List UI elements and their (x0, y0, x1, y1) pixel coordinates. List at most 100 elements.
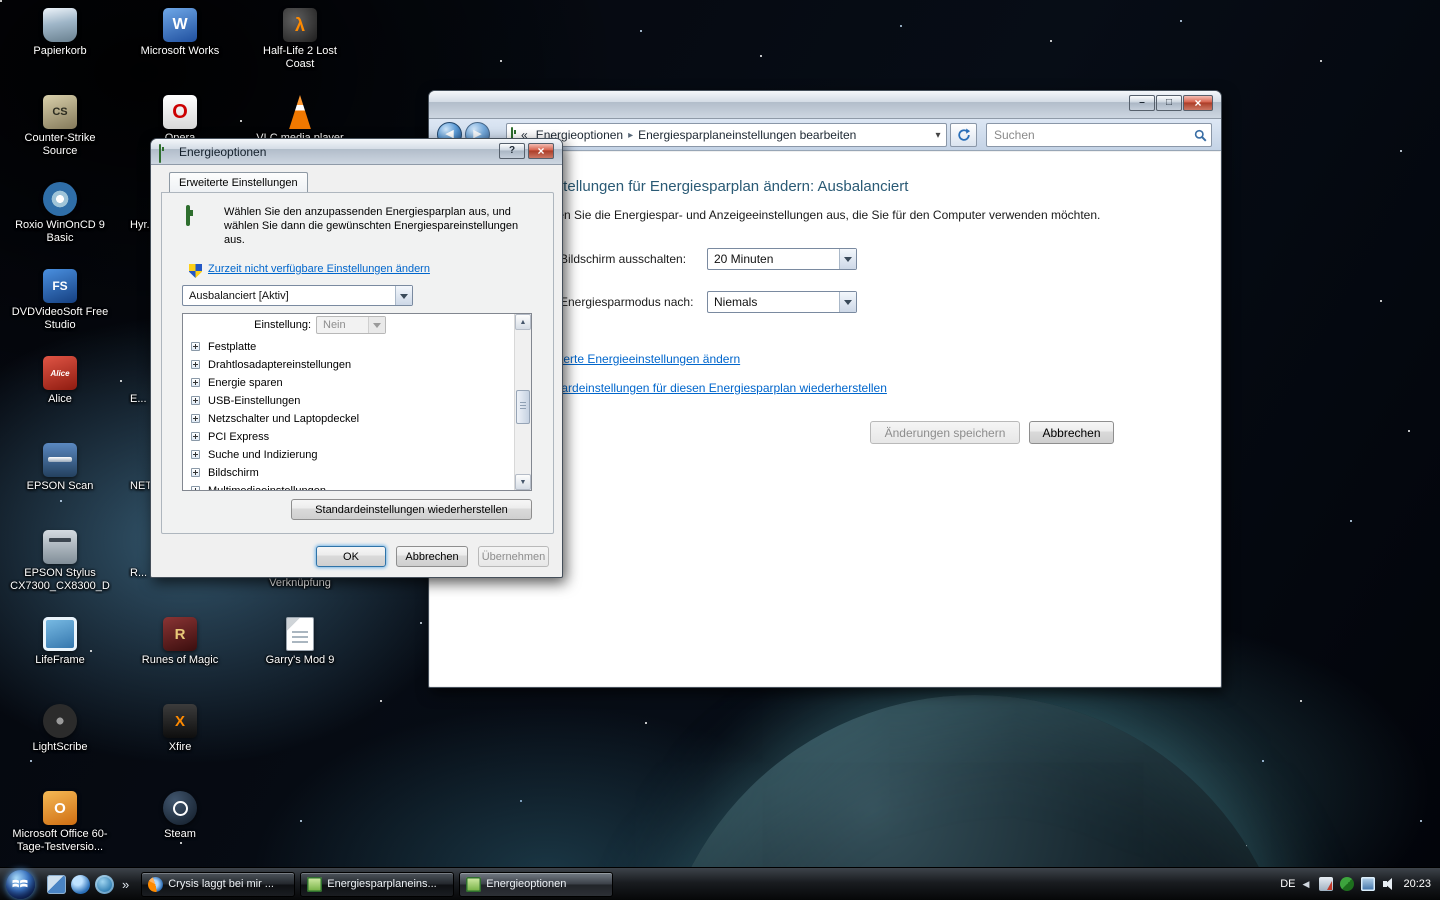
expand-icon[interactable] (191, 450, 200, 459)
desktop-icon-lifeframe[interactable]: LifeFrame (8, 617, 112, 667)
setting-label: Einstellung: (254, 319, 311, 331)
desktop-icon-half-life-2[interactable]: Half-Life 2 Lost Coast (248, 8, 352, 71)
task-button-energieoptionen[interactable]: Energieoptionen (459, 871, 614, 897)
chevron-down-icon[interactable] (839, 249, 856, 269)
start-button[interactable] (6, 869, 35, 899)
tree-item-label: Energie sparen (208, 377, 283, 389)
desktop-icon-alice[interactable]: Alice (8, 356, 112, 406)
scrollbar-thumb[interactable] (516, 390, 530, 424)
power-options-dialog: Energieoptionen Erweiterte Einstellungen… (150, 138, 563, 578)
tab-erweiterte-einstellungen[interactable]: Erweiterte Einstellungen (169, 172, 308, 192)
dialog-titlebar[interactable]: Energieoptionen (151, 139, 562, 165)
breadcrumb-dropdown-icon[interactable]: ▾ (930, 130, 946, 141)
breadcrumb-item-current[interactable]: Energiesparplaneinstellungen bearbeiten (634, 128, 860, 142)
cancel-button[interactable]: Abbrechen (1029, 421, 1114, 444)
runes-of-magic-icon (163, 617, 197, 651)
search-icon[interactable] (1189, 129, 1211, 142)
power-options-icon (466, 876, 482, 892)
scroll-up-icon[interactable] (515, 314, 531, 330)
expand-icon[interactable] (191, 432, 200, 441)
expand-icon[interactable] (191, 378, 200, 387)
sleep-after-select[interactable]: Niemals (707, 291, 857, 313)
tree-item-festplatte[interactable]: Festplatte (183, 338, 514, 356)
help-button[interactable] (499, 143, 525, 159)
restore-defaults-button[interactable]: Standardeinstellungen wiederherstellen (291, 499, 532, 520)
apply-button[interactable]: Übernehmen (478, 546, 549, 567)
display-off-select[interactable]: 20 Minuten (707, 248, 857, 270)
dvdvideosoft-icon (43, 269, 77, 303)
page-title: Einstellungen für Energiesparplan ändern… (534, 178, 909, 195)
media-player-icon[interactable] (71, 874, 90, 894)
tree-item-bildschirm[interactable]: Bildschirm (183, 464, 514, 482)
browser-icon[interactable] (95, 874, 114, 894)
task-button-crysis[interactable]: Crysis laggt bei mir ... (141, 871, 296, 897)
firefox-icon (148, 876, 164, 892)
opera-icon (163, 95, 197, 129)
close-button[interactable] (1183, 95, 1213, 111)
breadcrumb-separator-icon: ▸ (628, 129, 634, 141)
power-plan-select[interactable]: Ausbalanciert [Aktiv] (182, 285, 413, 306)
expand-icon[interactable] (191, 486, 200, 490)
tree-item-drahtlos[interactable]: Drahtlosadaptereinstellungen (183, 356, 514, 374)
desktop-icon-counter-strike[interactable]: Counter-Strike Source (8, 95, 112, 158)
tray-antivirus-icon[interactable] (1340, 877, 1355, 891)
tray-display-icon[interactable] (1361, 877, 1376, 891)
ok-button[interactable]: OK (316, 546, 386, 567)
desktop-icon-steam[interactable]: Steam (128, 791, 232, 841)
tree-item-netzschalter[interactable]: Netzschalter und Laptopdeckel (183, 410, 514, 428)
tree-item-label: Multimediaeinstellungen (208, 485, 327, 491)
desktop-icon-xfire[interactable]: Xfire (128, 704, 232, 754)
scrollbar[interactable] (514, 314, 531, 490)
save-changes-button[interactable]: Änderungen speichern (870, 421, 1020, 444)
task-button-energiesparplan[interactable]: Energiesparplaneins... (300, 871, 455, 897)
dialog-close-button[interactable] (528, 143, 554, 159)
minimize-button[interactable] (1129, 95, 1155, 111)
tree-item-pci-express[interactable]: PCI Express (183, 428, 514, 446)
clock[interactable]: 20:23 (1403, 878, 1431, 890)
change-unavailable-settings-link[interactable]: Zurzeit nicht verfügbare Einstellungen ä… (208, 263, 430, 275)
search-input[interactable] (987, 128, 1189, 142)
tree-item-usb[interactable]: USB-Einstellungen (183, 392, 514, 410)
desktop-icon-label: EPSON Scan (26, 480, 94, 492)
dialog-cancel-button[interactable]: Abbrechen (396, 546, 468, 567)
quick-launch-overflow-icon[interactable]: » (119, 877, 132, 892)
desktop-icon-papierkorb[interactable]: Papierkorb (8, 8, 112, 58)
tray-volume-icon[interactable] (1382, 877, 1396, 891)
power-plan-value: Ausbalanciert [Aktiv] (189, 289, 289, 302)
chevron-down-icon (368, 317, 385, 333)
language-indicator[interactable]: DE (1280, 878, 1295, 890)
tree-item-suche-indizierung[interactable]: Suche und Indizierung (183, 446, 514, 464)
expand-icon[interactable] (191, 396, 200, 405)
vlc-cone-icon (289, 95, 311, 129)
desktop-icon-microsoft-office[interactable]: Microsoft Office 60-Tage-Testversio... (8, 791, 112, 854)
tray-expand-icon[interactable]: ◀ (1302, 877, 1312, 891)
expand-icon[interactable] (191, 342, 200, 351)
chevron-down-icon[interactable] (395, 286, 412, 305)
explorer-titlebar[interactable] (429, 91, 1221, 119)
desktop-icon-garrys-mod[interactable]: Garry's Mod 9 (248, 617, 352, 667)
expand-icon[interactable] (191, 360, 200, 369)
task-label: Energiesparplaneins... (327, 878, 437, 890)
desktop-icon-epson-scan[interactable]: EPSON Scan (8, 443, 112, 493)
recycle-bin-icon (43, 8, 77, 42)
tree-item-label: Festplatte (208, 341, 257, 353)
desktop-icon-roxio[interactable]: Roxio WinOnCD 9 Basic (8, 182, 112, 245)
expand-icon[interactable] (191, 468, 200, 477)
desktop-icon-dvdvideosoft[interactable]: DVDVideoSoft Free Studio (8, 269, 112, 332)
show-desktop-icon[interactable] (47, 874, 66, 894)
refresh-button[interactable] (950, 123, 977, 147)
maximize-button[interactable] (1156, 95, 1182, 111)
half-life-2-lost-coast-icon (283, 8, 317, 42)
restore-defaults-link[interactable]: Standardeinstellungen für diesen Energie… (530, 381, 887, 395)
tree-item-multimedia[interactable]: Multimediaeinstellungen (183, 482, 514, 491)
desktop-icon-epson-stylus[interactable]: EPSON Stylus CX7300_CX8300_DX... (8, 530, 112, 594)
desktop-icon-microsoft-works[interactable]: Microsoft Works (128, 8, 232, 58)
desktop-icon-runes-of-magic[interactable]: Runes of Magic (128, 617, 232, 667)
expand-icon[interactable] (191, 414, 200, 423)
chevron-down-icon[interactable] (839, 292, 856, 312)
tray-network-icon[interactable] (1319, 877, 1334, 891)
scroll-down-icon[interactable] (515, 474, 531, 490)
tree-item-energie-sparen[interactable]: Energie sparen (183, 374, 514, 392)
desktop-icon-lightscribe[interactable]: LightScribe (8, 704, 112, 754)
field-label-sleep-after: Energiesparmodus nach: (560, 295, 694, 309)
